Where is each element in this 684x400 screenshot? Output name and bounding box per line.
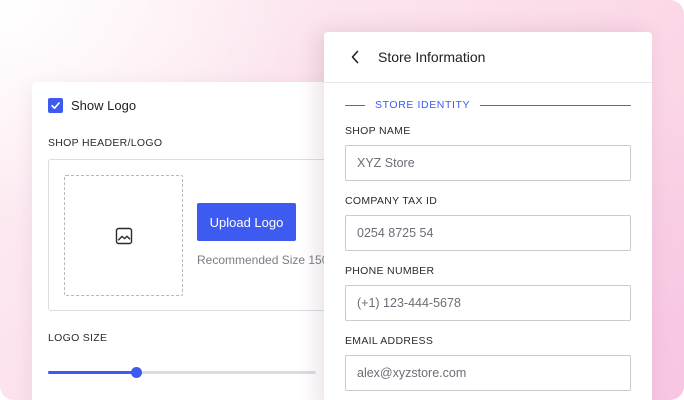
divider-right [480, 104, 631, 106]
logo-size-slider[interactable] [48, 367, 316, 378]
email-address-label: EMAIL ADDRESS [345, 335, 434, 347]
slider-thumb[interactable] [131, 367, 143, 378]
store-identity-heading: STORE IDENTITY [345, 99, 631, 111]
upload-logo-button[interactable]: Upload Logo [197, 203, 296, 241]
phone-number-label: PHONE NUMBER [345, 265, 435, 277]
panel-title: Store Information [378, 49, 486, 65]
email-address-input[interactable] [345, 355, 631, 391]
slider-fill [48, 371, 137, 374]
phone-number-input[interactable] [345, 285, 631, 321]
show-logo-checkbox-row[interactable]: Show Logo [48, 98, 136, 113]
shop-name-input[interactable] [345, 145, 631, 181]
logo-dropzone[interactable] [64, 175, 183, 296]
logo-upload-area: Upload Logo Recommended Size 150 [48, 159, 338, 311]
image-icon [115, 227, 132, 244]
logo-size-label: LOGO SIZE [48, 332, 108, 344]
panel-header: Store Information [324, 32, 652, 83]
divider-left [345, 104, 365, 106]
back-button[interactable] [348, 50, 362, 64]
check-icon [51, 102, 60, 109]
chevron-left-icon [351, 50, 359, 64]
recommended-size-text: Recommended Size 150 [197, 253, 329, 267]
store-identity-title: STORE IDENTITY [375, 99, 471, 111]
shop-name-label: SHOP NAME [345, 125, 411, 137]
shop-header-logo-label: SHOP HEADER/LOGO [48, 137, 163, 149]
logo-settings-card: Show Logo SHOP HEADER/LOGO Upload Logo R… [32, 82, 352, 400]
company-tax-id-label: COMPANY TAX ID [345, 195, 438, 207]
show-logo-checkbox[interactable] [48, 98, 63, 113]
show-logo-label: Show Logo [71, 98, 137, 113]
company-tax-id-input[interactable] [345, 215, 631, 251]
store-information-panel: Store Information STORE IDENTITY SHOP NA… [324, 32, 652, 400]
